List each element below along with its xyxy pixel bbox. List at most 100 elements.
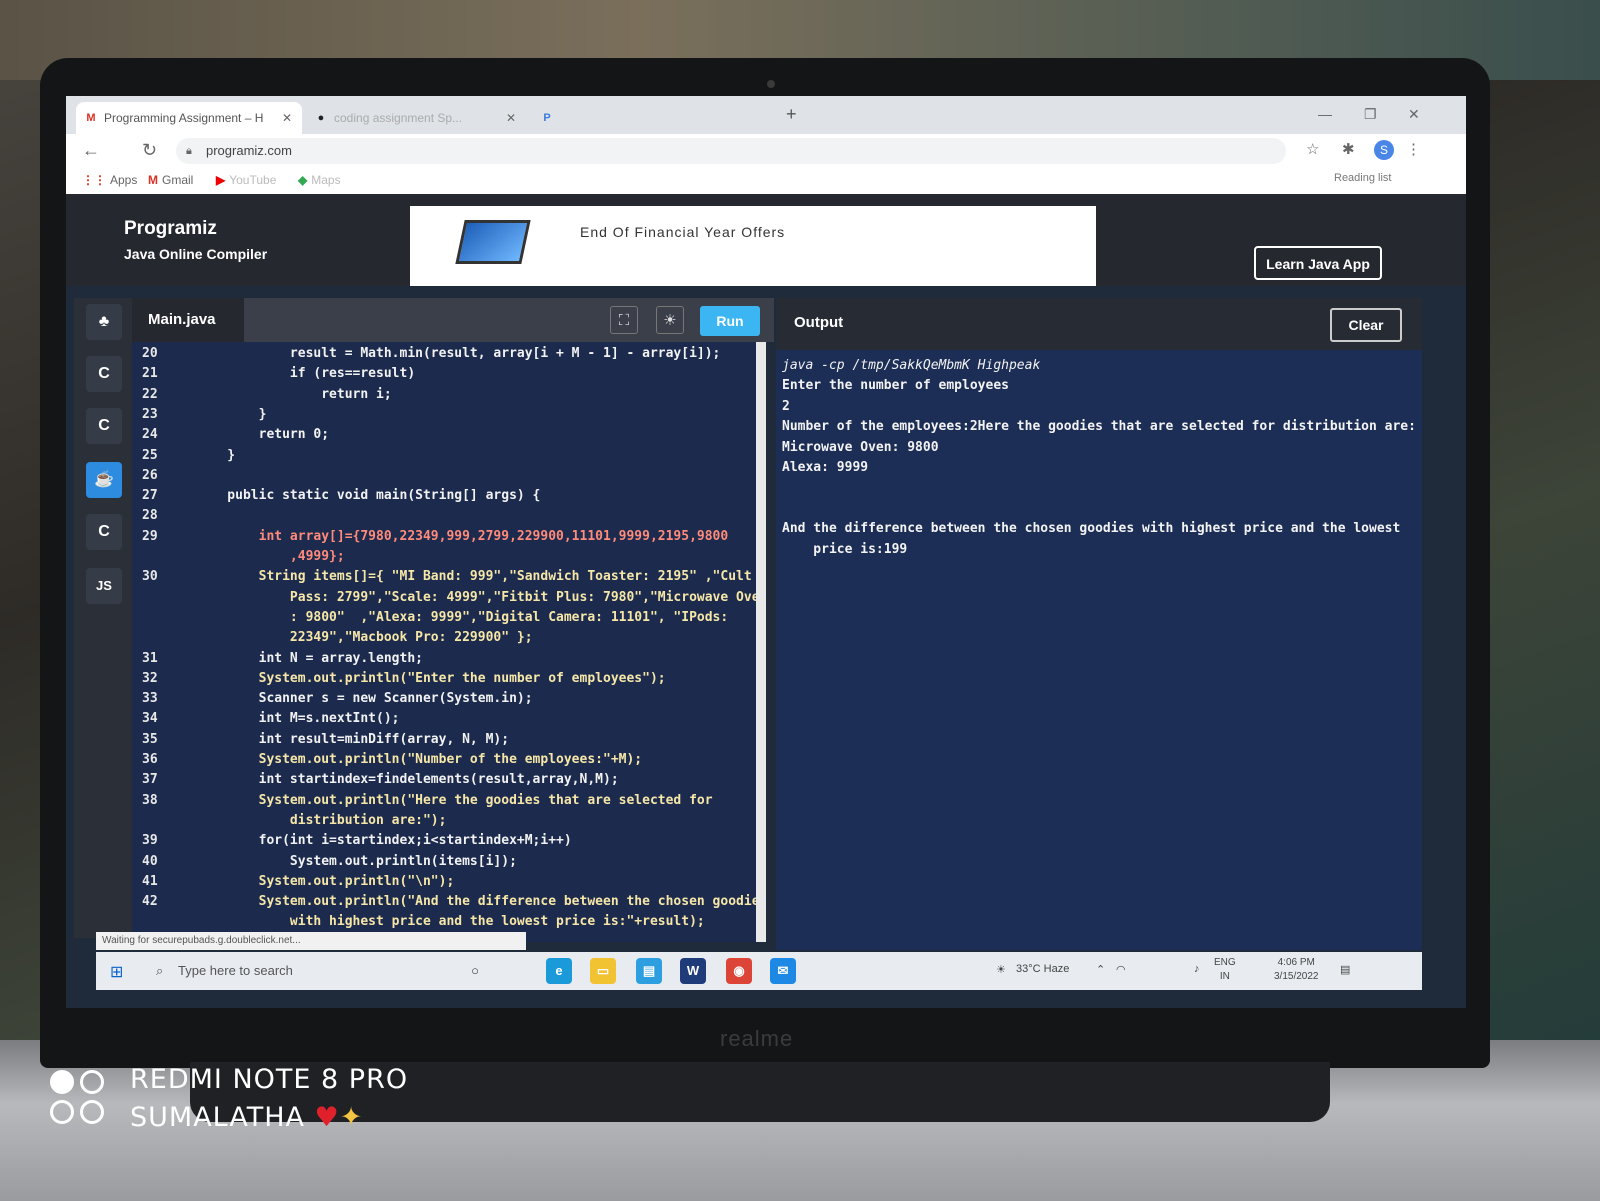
- code-line[interactable]: 24 return 0;: [132, 427, 762, 447]
- restore-icon[interactable]: ❐: [1364, 106, 1377, 123]
- tab-gmail[interactable]: M Programming Assignment – H ✕: [76, 102, 302, 134]
- chrome-icon[interactable]: ◉: [726, 958, 752, 984]
- code-line[interactable]: 29 int array[]={7980,22349,999,2799,2299…: [132, 529, 762, 549]
- theme-toggle-icon[interactable]: ☀: [656, 306, 684, 334]
- weather-text[interactable]: 33°C Haze: [1016, 963, 1069, 975]
- tab-github[interactable]: ● coding assignment Sp... ✕: [306, 102, 526, 134]
- code-line[interactable]: 34 int M=s.nextInt();: [132, 711, 762, 731]
- system-clock[interactable]: 4:06 PM 3/15/2022: [1274, 956, 1319, 984]
- code-text: }: [196, 406, 267, 422]
- windows-start-icon[interactable]: ⊞: [110, 962, 123, 982]
- code-line[interactable]: : 9800" ,"Alexa: 9999","Digital Camera: …: [132, 610, 762, 630]
- github-icon: ●: [317, 112, 325, 124]
- bookmark-apps[interactable]: ⋮⋮ Apps: [82, 173, 137, 187]
- code-line[interactable]: 33 Scanner s = new Scanner(System.in);: [132, 691, 762, 711]
- output-line: Enter the number of employees: [782, 378, 1009, 394]
- code-line[interactable]: 30 String items[]={ "MI Band: 999","Sand…: [132, 569, 762, 589]
- tab-label: coding assignment Sp...: [334, 111, 463, 125]
- language-indicator[interactable]: ENG IN: [1214, 956, 1236, 984]
- watermark-device: REDMI NOTE 8 PRO: [130, 1064, 409, 1095]
- code-line[interactable]: 25 }: [132, 448, 762, 468]
- code-line[interactable]: 42 System.out.println("And the differenc…: [132, 894, 762, 914]
- code-line[interactable]: 20 result = Math.min(result, array[i + M…: [132, 346, 762, 366]
- clear-button[interactable]: Clear: [1330, 308, 1402, 342]
- bookmark-gmail[interactable]: M Gmail: [148, 173, 193, 187]
- run-button[interactable]: Run: [700, 306, 760, 336]
- code-line[interactable]: 40 System.out.println(items[i]);: [132, 854, 762, 874]
- code-line[interactable]: 22 return i;: [132, 387, 762, 407]
- bookmark-youtube[interactable]: ▶ YouTube: [216, 173, 276, 187]
- csharp-icon[interactable]: C: [86, 514, 122, 550]
- mail-icon[interactable]: ✉: [770, 958, 796, 984]
- output-console[interactable]: java -cp /tmp/SakkQeMbmK Highpeak Enter t…: [776, 350, 1422, 950]
- code-line[interactable]: 23 }: [132, 407, 762, 427]
- code-line[interactable]: 41 System.out.println("\n");: [132, 874, 762, 894]
- ad-text: End Of Financial Year Offers: [580, 224, 786, 240]
- menu-icon[interactable]: ⋮: [1406, 140, 1421, 158]
- volume-icon[interactable]: ♪: [1194, 963, 1200, 975]
- line-number: 22: [142, 386, 158, 402]
- bookmark-maps[interactable]: ◆ Maps: [298, 173, 341, 187]
- profile-avatar[interactable]: S: [1374, 140, 1394, 160]
- notification-icon[interactable]: ▤: [1340, 963, 1350, 976]
- back-icon[interactable]: ←: [82, 140, 100, 161]
- programiz-logo[interactable]: Programiz: [124, 218, 217, 240]
- code-line[interactable]: 37 int startindex=findelements(result,ar…: [132, 772, 762, 792]
- lock-icon: 🔒︎: [186, 145, 192, 157]
- youtube-icon: ▶: [216, 173, 226, 187]
- output-line: And the difference between the chosen go…: [782, 521, 1401, 537]
- store-icon[interactable]: ▤: [636, 958, 662, 984]
- cpp-icon[interactable]: C: [86, 408, 122, 444]
- ad-banner[interactable]: End Of Financial Year Offers: [410, 206, 1096, 286]
- code-editor[interactable]: 20 result = Math.min(result, array[i + M…: [132, 342, 762, 942]
- java-icon[interactable]: ☕: [86, 462, 122, 498]
- close-tab-icon[interactable]: ✕: [282, 102, 292, 134]
- code-line[interactable]: distribution are:");: [132, 813, 762, 833]
- tab-programiz[interactable]: P: [532, 102, 752, 134]
- fullscreen-icon[interactable]: ⛶: [610, 306, 638, 334]
- reload-icon[interactable]: ↻: [142, 140, 157, 161]
- weather-icon[interactable]: ☀: [996, 963, 1006, 976]
- new-tab-icon[interactable]: +: [786, 104, 797, 125]
- star-icon[interactable]: ☆: [1306, 140, 1319, 158]
- apps-grid-icon: ⋮⋮: [82, 173, 106, 187]
- cortana-icon[interactable]: ○: [462, 958, 488, 984]
- close-tab-icon[interactable]: ✕: [506, 102, 516, 134]
- code-text: for(int i=startindex;i<startindex+M;i++): [196, 833, 572, 849]
- code-line[interactable]: 35 int result=minDiff(array, N, M);: [132, 732, 762, 752]
- reading-list[interactable]: Reading list: [1334, 172, 1391, 184]
- js-icon[interactable]: JS: [86, 568, 122, 604]
- code-line[interactable]: 26: [132, 468, 762, 488]
- code-text: System.out.println(items[i]);: [196, 853, 517, 869]
- taskbar-search[interactable]: ⌕ Type here to search: [152, 956, 452, 986]
- file-tab-main-java[interactable]: Main.java: [132, 298, 244, 342]
- code-text: if (res==result): [196, 366, 416, 382]
- code-line[interactable]: 28: [132, 508, 762, 528]
- file-explorer-icon[interactable]: ▭: [590, 958, 616, 984]
- code-line[interactable]: ,4999};: [132, 549, 762, 569]
- code-line[interactable]: 36 System.out.println("Number of the emp…: [132, 752, 762, 772]
- site-header: Programiz Java Online Compiler End Of Fi…: [66, 194, 1466, 286]
- line-number: 24: [142, 427, 158, 443]
- extensions-icon[interactable]: ✱: [1342, 140, 1355, 158]
- code-line[interactable]: 32 System.out.println("Enter the number …: [132, 671, 762, 691]
- learn-java-app-button[interactable]: Learn Java App: [1254, 246, 1382, 280]
- code-line[interactable]: 31 int N = array.length;: [132, 651, 762, 671]
- url-input[interactable]: 🔒︎ programiz.com: [176, 138, 1286, 164]
- minimize-icon[interactable]: —: [1318, 106, 1332, 122]
- code-line[interactable]: 39 for(int i=startindex;i<startindex+M;i…: [132, 833, 762, 853]
- code-line[interactable]: 22349","Macbook Pro: 229900" };: [132, 630, 762, 650]
- url-text: programiz.com: [206, 143, 292, 158]
- wifi-icon[interactable]: ◠: [1116, 963, 1126, 976]
- app-w-icon[interactable]: W: [680, 958, 706, 984]
- python-icon[interactable]: ♣: [86, 304, 122, 340]
- code-line[interactable]: 21 if (res==result): [132, 366, 762, 386]
- edge-icon[interactable]: e: [546, 958, 572, 984]
- code-line[interactable]: Pass: 2799","Scale: 4999","Fitbit Plus: …: [132, 590, 762, 610]
- editor-scrollbar[interactable]: [756, 342, 766, 942]
- code-line[interactable]: 27 public static void main(String[] args…: [132, 488, 762, 508]
- code-line[interactable]: 38 System.out.println("Here the goodies …: [132, 793, 762, 813]
- tray-chevron-icon[interactable]: ⌃: [1096, 963, 1105, 976]
- c-icon[interactable]: C: [86, 356, 122, 392]
- close-window-icon[interactable]: ✕: [1408, 106, 1420, 123]
